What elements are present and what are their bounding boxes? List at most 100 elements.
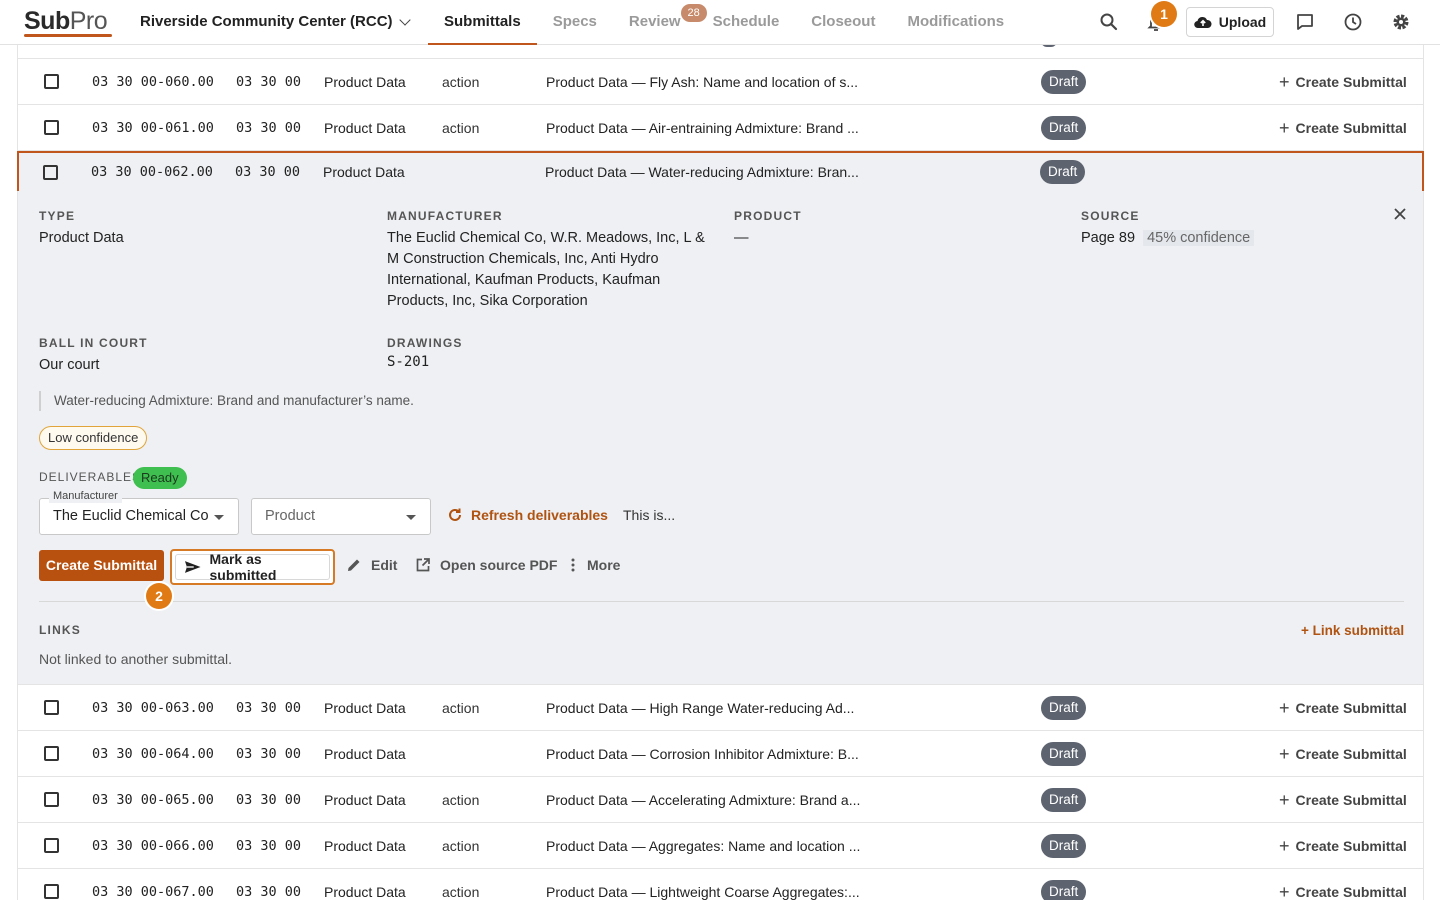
table-row[interactable]: 03 30 00-060.00 03 30 00 Product Data ac… [17, 59, 1424, 105]
logo-text-accent: Pro [69, 7, 108, 35]
table-row-partial[interactable] [17, 35, 1424, 59]
plus-icon: + [1279, 117, 1290, 138]
table-row[interactable]: 03 30 00-066.00 03 30 00 Product Data ac… [17, 823, 1424, 869]
manufacturer-select-legend: Manufacturer [49, 489, 122, 503]
upload-label: Upload [1218, 14, 1267, 30]
mark-as-submitted-button[interactable]: Mark as submitted [170, 549, 335, 585]
table-row[interactable]: 03 30 00-065.00 03 30 00 Product Data ac… [17, 777, 1424, 823]
row-checkbox[interactable] [44, 884, 59, 899]
create-submittal-link[interactable]: + Create Submittal [1279, 73, 1407, 91]
refresh-deliverables-button[interactable]: Refresh deliverables [447, 507, 608, 523]
source-value[interactable]: Page 89 45% confidence [1081, 228, 1255, 249]
more-button[interactable]: More [568, 557, 620, 573]
submittal-action: action [442, 699, 480, 716]
submittal-action: action [442, 791, 480, 808]
upload-button[interactable]: Upload [1186, 7, 1274, 37]
spec-section: 03 30 00 [236, 745, 302, 762]
manufacturer-value: The Euclid Chemical Co, W.R. Meadows, In… [387, 228, 717, 312]
create-submittal-link[interactable]: + Create Submittal [1279, 745, 1407, 763]
tab-submittals[interactable]: Submittals [428, 0, 537, 45]
submittal-type: Product Data [324, 883, 406, 900]
row-checkbox[interactable] [44, 700, 59, 715]
drawings-value[interactable]: S-201 [387, 352, 429, 373]
table-row[interactable]: 03 30 00-063.00 03 30 00 Product Data ac… [17, 685, 1424, 731]
spec-section: 03 30 00 [236, 883, 302, 900]
submittal-number: 03 30 00-063.00 [92, 699, 214, 716]
tab-review[interactable]: Review 28 [613, 0, 707, 45]
open-source-pdf-button[interactable]: Open source PDF [415, 557, 557, 573]
submittal-action: action [442, 837, 480, 854]
gear-icon[interactable] [1391, 12, 1411, 32]
submittals-table-continued: 03 30 00-063.00 03 30 00 Product Data ac… [17, 685, 1424, 900]
create-submittal-link[interactable]: + Create Submittal [1279, 789, 1407, 810]
ball-in-court-value: Our court [39, 357, 100, 373]
section-divider [39, 601, 1404, 602]
row-checkbox[interactable] [44, 746, 59, 761]
row-checkbox[interactable] [44, 838, 59, 853]
create-submittal-link[interactable]: + Create Submittal [1279, 697, 1407, 718]
manufacturer-line: M Construction Chemicals, Inc, Anti Hydr… [387, 251, 659, 267]
submittal-type: Product Data [324, 791, 406, 808]
create-submittal-button[interactable]: Create Submittal [39, 550, 164, 581]
edit-button[interactable]: Edit [346, 557, 397, 573]
submittal-title: Product Data — Accelerating Admixture: B… [546, 791, 861, 808]
row-checkbox[interactable] [43, 164, 58, 180]
plus-icon: + [1279, 835, 1290, 856]
clock-icon[interactable] [1343, 12, 1363, 32]
submittal-title: Product Data — Fly Ash: Name and locatio… [546, 73, 859, 90]
product-select[interactable]: Product [251, 498, 431, 535]
manufacturer-select[interactable]: Manufacturer The Euclid Chemical Co [39, 489, 239, 535]
link-submittal-button[interactable]: + Link submittal [1301, 623, 1404, 638]
submittal-number: 03 30 00-061.00 [92, 119, 214, 136]
app-logo[interactable]: SubPro [24, 7, 112, 37]
project-name: Riverside Community Center (RCC) [140, 13, 393, 30]
submittal-title: Product Data — Lightweight Coarse Aggreg… [546, 883, 860, 900]
manufacturer-line: Products, Inc, Sika Corporation [387, 293, 588, 309]
spec-section: 03 30 00 [235, 164, 301, 180]
table-row[interactable]: 03 30 00-061.00 03 30 00 Product Data ac… [17, 105, 1424, 151]
submittal-type: Product Data [324, 699, 406, 716]
deliverables-summary: This is... [623, 507, 676, 523]
product-select-placeholder: Product [265, 508, 315, 524]
create-submittal-link[interactable]: + Create Submittal [1279, 883, 1407, 900]
submittal-number: 03 30 00-064.00 [92, 745, 214, 762]
table-row[interactable]: 03 30 00-064.00 03 30 00 Product Data Pr… [17, 731, 1424, 777]
submittal-title: Product Data — High Range Water-reducing… [546, 699, 855, 716]
pencil-icon [348, 559, 360, 571]
tab-modifications[interactable]: Modifications [891, 0, 1020, 45]
row-checkbox[interactable] [44, 120, 59, 135]
source-page[interactable]: Page 89 [1081, 230, 1135, 246]
table-row[interactable]: 03 30 00-067.00 03 30 00 Product Data ac… [17, 869, 1424, 900]
search-icon[interactable] [1099, 12, 1119, 32]
edit-label: Edit [371, 557, 398, 573]
source-quote: Water-reducing Admixture: Brand and manu… [39, 391, 414, 411]
close-icon[interactable] [1392, 206, 1408, 222]
source-label: SOURCE [1081, 209, 1140, 223]
create-submittal-link[interactable]: + Create Submittal [1279, 117, 1407, 138]
tab-specs[interactable]: Specs [537, 0, 613, 45]
chat-icon[interactable] [1295, 12, 1315, 32]
chevron-down-icon [406, 515, 416, 520]
refresh-label: Refresh deliverables [471, 507, 608, 523]
deliverables-label: DELIVERABLES [39, 470, 142, 484]
tab-closeout[interactable]: Closeout [795, 0, 891, 45]
row-checkbox[interactable] [44, 74, 59, 89]
spec-section: 03 30 00 [236, 119, 302, 136]
submittal-type: Product Data [324, 837, 406, 854]
status-badge: Draft [1040, 160, 1086, 184]
send-icon [184, 561, 201, 573]
plus-icon: + [1279, 789, 1290, 810]
submittal-type: Product Data [323, 164, 405, 180]
links-label: LINKS [39, 623, 81, 637]
plus-icon: + [1279, 697, 1290, 718]
type-label: TYPE [39, 209, 76, 223]
row-checkbox[interactable] [44, 792, 59, 807]
table-row-selected[interactable]: 03 30 00-062.00 03 30 00 Product Data Pr… [17, 151, 1424, 193]
more-vertical-icon [571, 558, 575, 572]
submittal-type: Product Data [324, 119, 406, 136]
project-selector[interactable]: Riverside Community Center (RCC) [140, 13, 411, 30]
submittal-type: Product Data [324, 745, 406, 762]
create-submittal-link[interactable]: + Create Submittal [1279, 835, 1407, 856]
tab-schedule[interactable]: Schedule [697, 0, 796, 45]
status-badge: Draft [1041, 115, 1087, 140]
